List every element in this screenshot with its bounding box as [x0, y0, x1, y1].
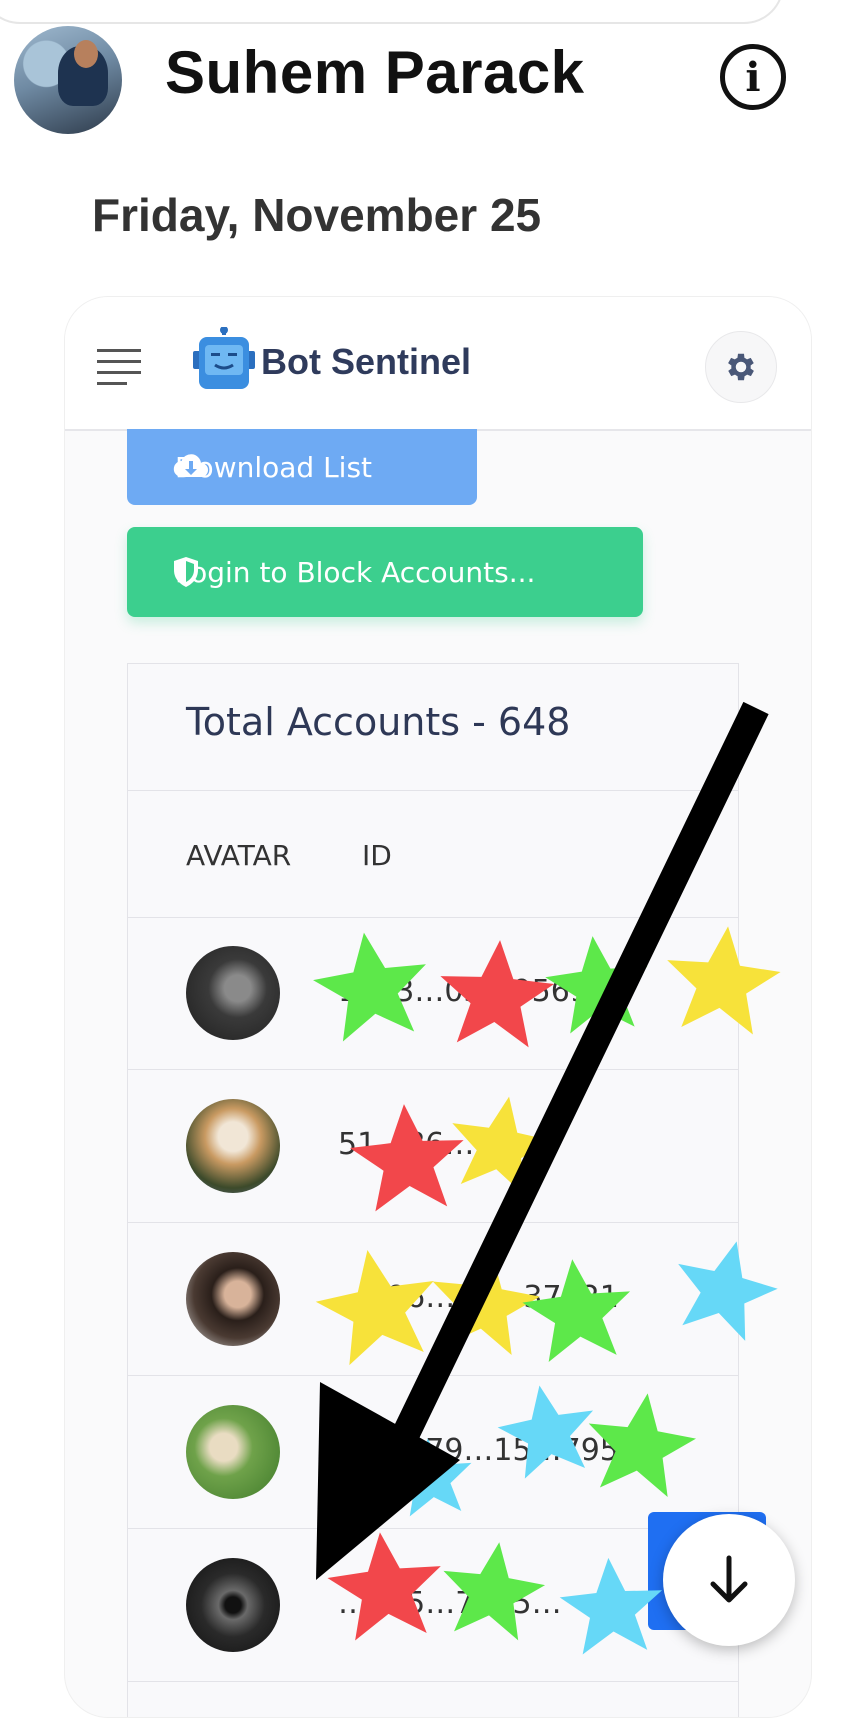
account-id: …935…7915… [338, 1586, 562, 1621]
message-date: Friday, November 25 [92, 189, 542, 241]
hamburger-menu-icon[interactable] [97, 349, 141, 393]
profile-avatar[interactable] [14, 26, 122, 134]
search-bar-edge [0, 0, 784, 24]
cloud-download-icon [173, 454, 208, 478]
account-id: 1493…05…9569 [338, 974, 589, 1009]
brand-name: Bot Sentinel [261, 341, 472, 382]
table-row[interactable]: …62479…15…7952 [128, 1375, 738, 1529]
avatar-face [74, 40, 98, 68]
login-block-button[interactable]: Login to Block Accounts... [127, 527, 643, 617]
shared-screenshot[interactable]: Bot Sentinel Download List Login to Bloc… [64, 296, 812, 1718]
contact-name[interactable]: Suhem Parack [165, 38, 585, 107]
info-circle-icon[interactable]: i [720, 44, 786, 110]
account-avatar [186, 1405, 280, 1499]
shield-icon [174, 557, 198, 587]
robot-logo-icon [193, 327, 255, 389]
column-avatar: AVATAR [186, 839, 292, 872]
account-avatar [186, 946, 280, 1040]
table-title: Total Accounts - 648 [186, 700, 571, 744]
table-row[interactable]: 1493…05…9569 [128, 916, 738, 1070]
column-id: ID [362, 839, 392, 872]
table-row[interactable]: …296…59…37921 [128, 1222, 738, 1376]
account-id: …62479…15…7952 [338, 1433, 638, 1468]
account-avatar [186, 1252, 280, 1346]
account-avatar [186, 1099, 280, 1193]
table-header: AVATAR ID [128, 790, 738, 918]
gear-icon [728, 353, 754, 381]
account-id: 51…86… [338, 1127, 475, 1162]
account-avatar [186, 1558, 280, 1652]
scroll-to-bottom-button[interactable] [663, 1514, 795, 1646]
arrow-down-icon [710, 1555, 748, 1603]
download-list-button[interactable]: Download List [127, 429, 477, 505]
account-id: …296…59…37921 [338, 1280, 619, 1315]
app-header: Bot Sentinel [65, 297, 811, 431]
table-row[interactable]: …935…7915… [128, 1528, 738, 1682]
table-row[interactable]: 51…86… [128, 1069, 738, 1223]
login-block-label: Login to Block Accounts... [175, 555, 536, 589]
settings-button[interactable] [705, 331, 777, 403]
